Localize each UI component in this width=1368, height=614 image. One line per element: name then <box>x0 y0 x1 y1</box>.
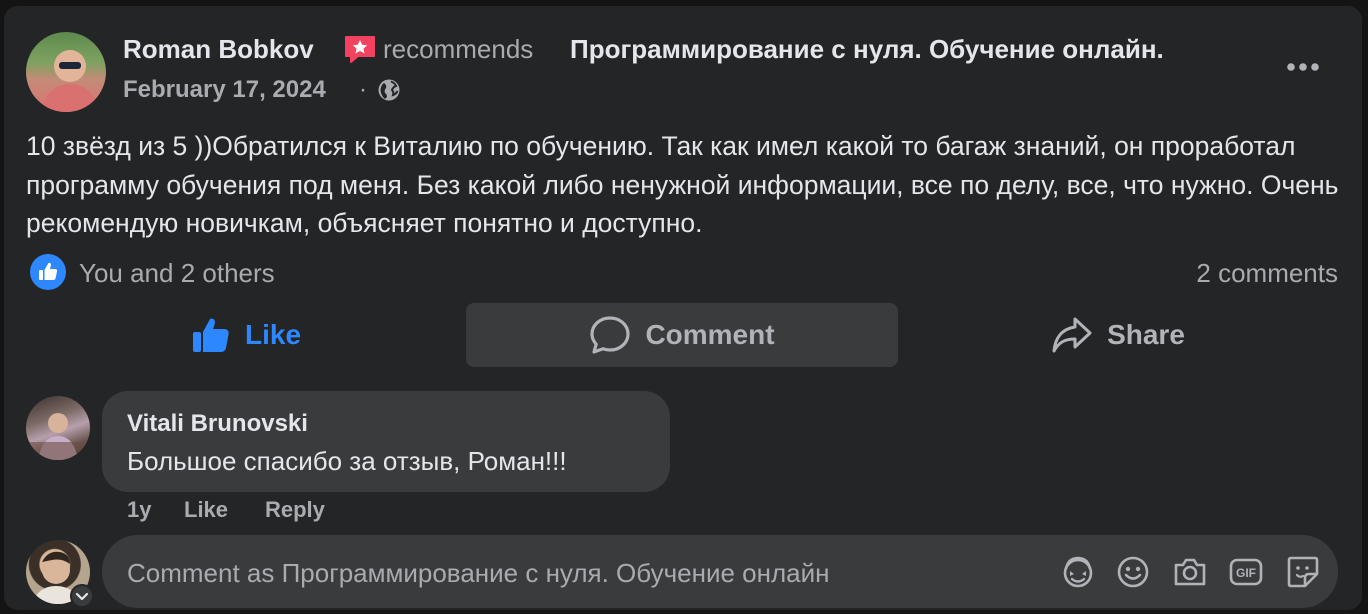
comment-button[interactable]: Comment <box>466 303 898 367</box>
author-avatar[interactable] <box>26 32 106 112</box>
globe-icon <box>377 78 401 102</box>
gif-icon[interactable]: GIF <box>1228 554 1264 590</box>
post-date[interactable]: February 17, 2024 <box>123 76 326 104</box>
comment-timestamp[interactable]: 1y <box>127 497 151 523</box>
svg-text:GIF: GIF <box>1236 566 1256 580</box>
comment-input-placeholder[interactable]: Comment as Программирование с нуля. Обуч… <box>127 558 830 589</box>
comment-text: Большое спасибо за отзыв, Роман!!! <box>127 446 567 476</box>
thumbs-up-icon <box>192 318 229 352</box>
more-options-button[interactable] <box>1280 54 1326 80</box>
recommends-text: recommends <box>383 34 534 64</box>
comments-count[interactable]: 2 comments <box>1196 258 1338 289</box>
like-label: Like <box>244 319 302 350</box>
like-reaction-icon[interactable] <box>30 254 66 290</box>
share-icon <box>1052 317 1092 353</box>
share-label: Share <box>1107 319 1185 350</box>
sticker-icon[interactable] <box>1285 554 1321 590</box>
page-name-link[interactable]: Программирование с нуля. Обучение онлайн… <box>570 34 1164 65</box>
commenter-avatar[interactable] <box>26 396 90 460</box>
share-button[interactable]: Share <box>898 303 1338 367</box>
emoji-icon[interactable] <box>1115 554 1151 590</box>
like-button[interactable]: Like <box>26 303 466 367</box>
date-separator: · <box>359 76 367 103</box>
author-name[interactable]: Roman Bobkov <box>123 34 314 65</box>
comment-label: Comment <box>645 319 775 350</box>
more-icon <box>1287 63 1319 71</box>
recommend-badge-icon <box>343 34 377 64</box>
comment-icon <box>590 316 631 354</box>
reactors-text[interactable]: You and 2 others <box>79 258 275 289</box>
camera-icon[interactable] <box>1172 554 1208 590</box>
chevron-down-icon[interactable] <box>70 584 94 608</box>
post-body: 10 звёзд из 5 ))Обратился к Виталию по о… <box>26 131 1339 238</box>
avatar-sticker-icon[interactable] <box>1060 554 1096 590</box>
comment-author[interactable]: Vitali Brunovski <box>127 410 308 438</box>
comment-reply-button[interactable]: Reply <box>265 497 325 523</box>
comment-like-button[interactable]: Like <box>184 497 228 523</box>
post-card: Roman Bobkov recommends Программирование… <box>4 6 1362 610</box>
